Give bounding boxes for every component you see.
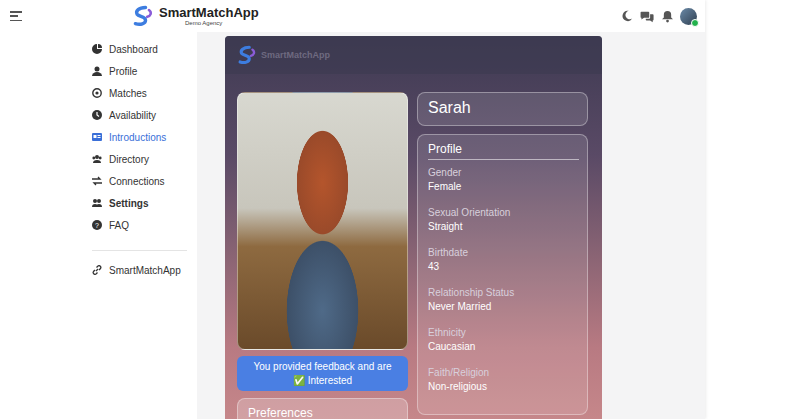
sidebar-label: Dashboard — [109, 44, 158, 55]
card-header: SmartMatchApp — [225, 36, 602, 74]
sidebar-divider — [92, 250, 187, 251]
logo-icon[interactable] — [132, 4, 154, 28]
sidebar-label: Matches — [109, 88, 147, 99]
app-logo[interactable]: SmartMatchAppDemo Agency — [132, 4, 259, 28]
sidebar-label: SmartMatchApp — [109, 265, 181, 276]
field-label: Gender — [428, 166, 579, 180]
sidebar-label: Availability — [109, 110, 156, 121]
logo-title: SmartMatchApp — [159, 6, 259, 19]
sidebar-label: Profile — [109, 66, 137, 77]
field-value: Never Married — [428, 300, 579, 313]
profile-field: EthnicityCaucasian — [428, 326, 579, 366]
feedback-text: You provided feedback and are — [241, 360, 404, 374]
chat-icon[interactable] — [640, 10, 655, 23]
dashboard-icon — [92, 44, 102, 54]
feedback-status: ✅ Interested — [241, 374, 404, 388]
sidebar-item[interactable]: Introductions — [92, 126, 187, 148]
person-name: Sarah — [428, 99, 471, 116]
user-icon — [92, 66, 102, 76]
profile-field: GenderFemale — [428, 166, 579, 206]
sidebar-item[interactable]: Availability — [92, 104, 187, 126]
profile-field: Birthdate43 — [428, 246, 579, 286]
profile-photo — [237, 92, 408, 350]
question-icon: ? — [92, 220, 102, 230]
group-icon — [92, 198, 102, 208]
bell-icon[interactable] — [662, 10, 673, 23]
sidebar-label: Directory — [109, 154, 149, 165]
feedback-badge[interactable]: You provided feedback and are✅ Intereste… — [237, 356, 408, 391]
sidebar-label: Connections — [109, 176, 165, 187]
sidebar: Dashboard Profile Matches Availability Intro… — [0, 32, 197, 419]
profile-field: Faith/ReligionNon-religious — [428, 366, 579, 406]
preferences-title: Preferences — [248, 406, 397, 419]
sidebar-label: Introductions — [109, 132, 166, 143]
field-label: Ethnicity — [428, 326, 579, 340]
card-brand: SmartMatchApp — [261, 50, 330, 60]
status-dot — [691, 19, 699, 27]
sidebar-item[interactable]: Directory — [92, 148, 187, 170]
user-avatar[interactable] — [680, 8, 697, 25]
clock-icon — [92, 110, 102, 120]
field-label: Birthdate — [428, 246, 579, 260]
sidebar-item[interactable]: Dashboard — [92, 38, 187, 60]
sidebar-item[interactable]: Matches — [92, 82, 187, 104]
profile-panel: ProfileGenderFemaleSexual OrientationStr… — [417, 134, 588, 415]
logo-subtitle: Demo Agency — [185, 20, 259, 26]
logo-text: SmartMatchAppDemo Agency — [159, 6, 259, 26]
sidebar-label: FAQ — [109, 220, 129, 231]
logo-icon — [237, 44, 257, 66]
introduction-card: SmartMatchApp You provided feedback and a… — [225, 36, 602, 419]
field-label: Faith/Religion — [428, 366, 579, 380]
sidebar-item[interactable]: Connections — [92, 170, 187, 192]
field-value: Straight — [428, 220, 579, 233]
field-value: Female — [428, 180, 579, 193]
link-icon — [92, 265, 102, 275]
name-box: Sarah — [417, 92, 588, 126]
field-value: 43 — [428, 260, 579, 273]
sidebar-label: Settings — [109, 198, 148, 209]
left-column: You provided feedback and are✅ Intereste… — [237, 92, 408, 419]
sidebar-item[interactable]: SmartMatchApp — [92, 259, 187, 281]
main-content: SmartMatchApp You provided feedback and a… — [197, 32, 705, 419]
preferences-panel: Preferences — [237, 398, 408, 419]
id-card-icon — [92, 132, 102, 142]
field-label: Relationship Status — [428, 286, 579, 300]
moon-icon[interactable] — [621, 10, 633, 22]
menu-icon[interactable] — [10, 11, 22, 21]
sidebar-item[interactable]: Settings — [92, 192, 187, 214]
field-label: Sexual Orientation — [428, 206, 579, 220]
right-column: SarahProfileGenderFemaleSexual Orientati… — [417, 92, 588, 419]
sidebar-item[interactable]: ? FAQ — [92, 214, 187, 236]
sidebar-item[interactable]: Profile — [92, 60, 187, 82]
profile-field: Relationship StatusNever Married — [428, 286, 579, 326]
header-icons — [621, 8, 697, 25]
users-icon — [92, 154, 102, 164]
profile-title: Profile — [428, 142, 579, 160]
profile-field: Sexual OrientationStraight — [428, 206, 579, 246]
top-bar: SmartMatchAppDemo Agency — [0, 0, 705, 32]
field-value: Non-religious — [428, 380, 579, 393]
target-icon — [92, 88, 102, 98]
field-value: Caucasian — [428, 340, 579, 353]
svg-text:?: ? — [95, 222, 99, 229]
arrows-icon — [92, 176, 102, 186]
